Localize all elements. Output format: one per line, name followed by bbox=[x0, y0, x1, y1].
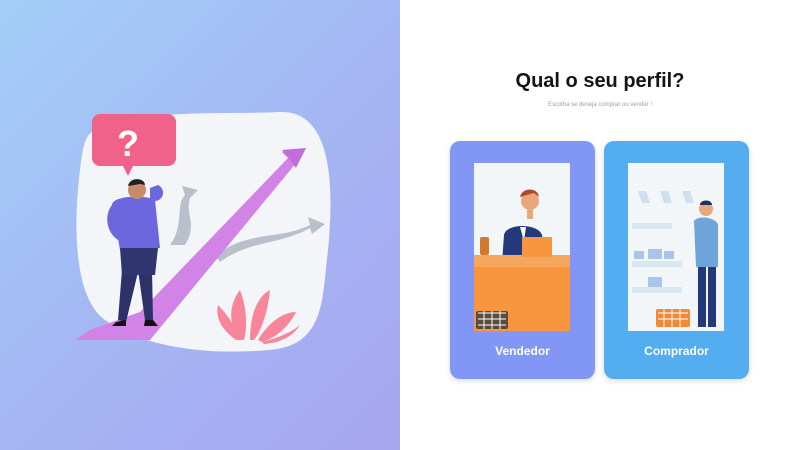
buyer-card-label: Comprador bbox=[644, 344, 709, 358]
seller-card-label: Vendedor bbox=[495, 344, 550, 358]
hero-panel: ? bbox=[0, 0, 400, 450]
page-title: Qual o seu perfil? bbox=[515, 70, 685, 92]
buyer-card[interactable]: Comprador bbox=[604, 141, 749, 379]
hero-illustration: ? bbox=[75, 111, 331, 352]
shopper-illustration bbox=[628, 163, 724, 331]
shopkeeper-illustration bbox=[474, 163, 570, 331]
seller-card[interactable]: Vendedor bbox=[450, 141, 595, 379]
page-subtitle: Escolha se deseja comprar ou vender ! bbox=[547, 102, 653, 108]
question-mark-text: ? bbox=[117, 123, 139, 164]
profile-panel: Qual o seu perfil? Escolha se deseja com… bbox=[400, 0, 800, 450]
